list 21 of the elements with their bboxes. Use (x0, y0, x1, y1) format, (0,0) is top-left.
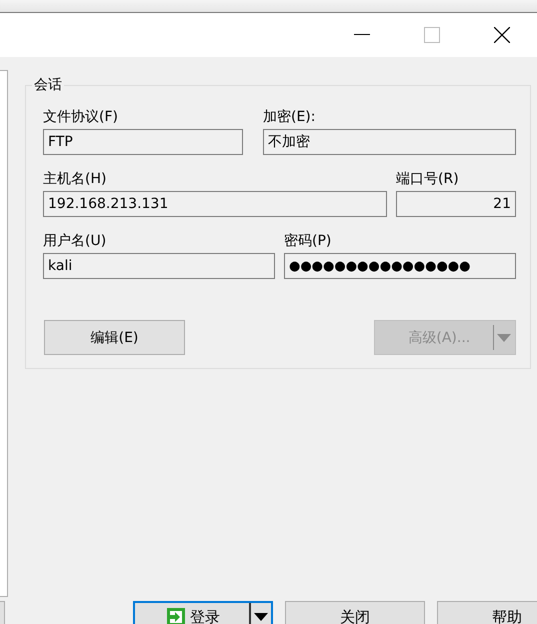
group-title: 会话 (32, 76, 64, 94)
field-label: 文件协议(F) (43, 108, 119, 127)
minimize-icon (354, 34, 370, 36)
maximize-icon (424, 27, 440, 43)
input-field[interactable]: 21 (396, 191, 516, 217)
footer-button[interactable]: 关闭 (285, 601, 425, 624)
field-label: 用户名(U) (43, 232, 108, 251)
input-field[interactable]: kali (43, 253, 275, 279)
input-field[interactable]: 不加密 (263, 129, 516, 155)
login-button[interactable]: 登录 (133, 601, 273, 624)
field-label: 主机名(H) (43, 170, 108, 189)
login-icon (166, 607, 186, 624)
password-field[interactable]: ●●●●●●●●●●●●●●●● (284, 253, 516, 279)
edit-button[interactable]: 编辑(E) (44, 320, 185, 355)
field-label: 端口号(R) (396, 170, 460, 189)
input-field[interactable]: FTP (43, 129, 243, 155)
field-label: 加密(E): (263, 108, 316, 127)
field-label: 密码(P) (284, 232, 332, 251)
footer-button[interactable]: 帮助 (437, 601, 537, 624)
close-icon (494, 27, 510, 43)
input-field[interactable]: 192.168.213.131 (43, 191, 387, 217)
